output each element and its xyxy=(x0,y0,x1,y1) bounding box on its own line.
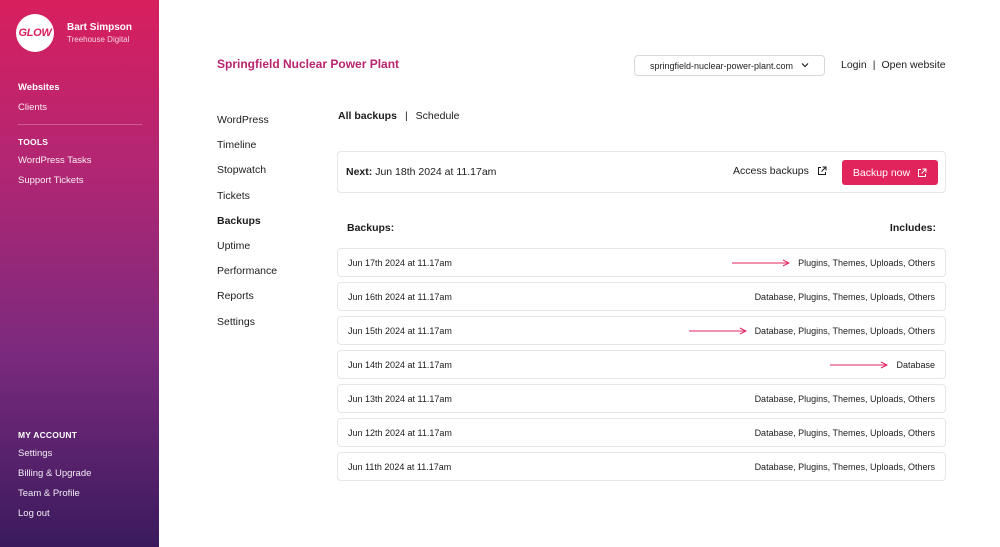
backup-row[interactable]: Jun 17th 2024 at 11.17am Plugins, Themes,… xyxy=(337,248,946,277)
backup-includes: Database, Plugins, Themes, Uploads, Othe… xyxy=(754,291,935,302)
access-backups-label: Access backups xyxy=(733,165,809,177)
backup-date: Jun 17th 2024 at 11.17am xyxy=(348,257,452,268)
next-backup-label: Next: xyxy=(346,166,373,178)
backup-includes-cell: Database, Plugins, Themes, Uploads, Othe… xyxy=(755,394,935,404)
tab-all-backups[interactable]: All backups xyxy=(338,110,397,122)
subnav-timeline[interactable]: Timeline xyxy=(217,133,277,158)
main-nav: Websites Clients TOOLS WordPress Tasks S… xyxy=(18,78,142,191)
domain-select[interactable]: springfield-nuclear-power-plant.com xyxy=(634,55,825,76)
sidebar: GLOW Bart Simpson Treehouse Digital Webs… xyxy=(0,0,159,547)
arrow-right-icon xyxy=(688,327,747,335)
user-info: Bart Simpson Treehouse Digital xyxy=(67,22,132,45)
next-backup-info: Next: Jun 18th 2024 at 11.17am xyxy=(346,166,496,178)
domain-select-value: springfield-nuclear-power-plant.com xyxy=(649,60,794,71)
backup-date: Jun 16th 2024 at 11.17am xyxy=(348,291,452,302)
subnav-uptime[interactable]: Uptime xyxy=(217,234,277,259)
backup-date: Jun 14th 2024 at 11.17am xyxy=(348,359,452,370)
next-backup-card: Next: Jun 18th 2024 at 11.17am Access ba… xyxy=(337,151,946,193)
glow-logo[interactable]: GLOW xyxy=(16,14,54,52)
user-name: Bart Simpson xyxy=(67,21,133,33)
backup-now-button[interactable]: Backup now xyxy=(842,160,938,185)
subnav-tickets[interactable]: Tickets xyxy=(217,184,277,209)
backup-row[interactable]: Jun 14th 2024 at 11.17am Database xyxy=(337,350,946,379)
backup-date: Jun 15th 2024 at 11.17am xyxy=(348,325,452,336)
chevron-down-icon xyxy=(801,61,809,70)
backup-date: Jun 12th 2024 at 11.17am xyxy=(348,427,452,438)
backup-includes: Database, Plugins, Themes, Uploads, Othe… xyxy=(754,393,935,404)
subnav-settings[interactable]: Settings xyxy=(217,310,277,335)
backups-list: Jun 17th 2024 at 11.17am Plugins, Themes,… xyxy=(337,248,946,486)
brand: GLOW Bart Simpson Treehouse Digital xyxy=(16,14,132,52)
account-nav: MY ACCOUNT Settings Billing & Upgrade Te… xyxy=(18,426,142,524)
subnav-backups[interactable]: Backups xyxy=(217,209,277,234)
backups-list-header: Backups: Includes: xyxy=(347,222,936,234)
arrow-right-icon xyxy=(732,259,791,267)
top-links-separator: | xyxy=(872,59,876,71)
backup-includes: Database, Plugins, Themes, Uploads, Othe… xyxy=(754,325,935,336)
sidebar-item-clients[interactable]: Clients xyxy=(18,98,142,118)
sidebar-item-settings[interactable]: Settings xyxy=(18,444,142,464)
access-backups-link[interactable]: Access backups xyxy=(733,165,827,177)
open-website-link[interactable]: Open website xyxy=(881,59,945,71)
sidebar-item-team-profile[interactable]: Team & Profile xyxy=(18,484,142,504)
top-links: Login | Open website xyxy=(841,59,946,71)
external-link-icon xyxy=(817,166,827,176)
sidebar-item-websites[interactable]: Websites xyxy=(18,78,142,98)
site-subnav: WordPress Timeline Stopwatch Tickets Bac… xyxy=(217,108,277,335)
backup-tabs: All backups | Schedule xyxy=(338,110,459,122)
subnav-stopwatch[interactable]: Stopwatch xyxy=(217,158,277,183)
backup-includes: Database xyxy=(896,359,935,370)
subnav-reports[interactable]: Reports xyxy=(217,284,277,309)
backup-includes-cell: Database xyxy=(830,360,935,370)
sidebar-item-billing[interactable]: Billing & Upgrade xyxy=(18,464,142,484)
backup-includes-cell: Database, Plugins, Themes, Uploads, Othe… xyxy=(755,292,935,302)
backup-row[interactable]: Jun 16th 2024 at 11.17am Database, Plugin… xyxy=(337,282,946,311)
user-org: Treehouse Digital xyxy=(67,34,130,44)
backups-header-label: Backups: xyxy=(347,222,395,234)
backup-includes: Plugins, Themes, Uploads, Others xyxy=(798,257,935,268)
backup-row[interactable]: Jun 13th 2024 at 11.17am Database, Plugin… xyxy=(337,384,946,413)
subnav-performance[interactable]: Performance xyxy=(217,259,277,284)
backup-includes: Database, Plugins, Themes, Uploads, Othe… xyxy=(754,461,935,472)
backup-includes-cell: Database, Plugins, Themes, Uploads, Othe… xyxy=(755,462,935,472)
sidebar-item-logout[interactable]: Log out xyxy=(18,504,142,524)
arrow-right-icon xyxy=(830,361,889,369)
page-title: Springfield Nuclear Power Plant xyxy=(217,57,400,71)
backup-row[interactable]: Jun 11th 2024 at 11.17am Database, Plugin… xyxy=(337,452,946,481)
tab-schedule[interactable]: Schedule xyxy=(416,110,460,122)
backup-row[interactable]: Jun 15th 2024 at 11.17am Database, Plugin… xyxy=(337,316,946,345)
sidebar-item-support-tickets[interactable]: Support Tickets xyxy=(18,171,142,191)
backup-includes: Database, Plugins, Themes, Uploads, Othe… xyxy=(754,427,935,438)
tabs-separator: | xyxy=(404,110,408,122)
subnav-wordpress[interactable]: WordPress xyxy=(217,108,277,133)
backup-includes-cell: Database, Plugins, Themes, Uploads, Othe… xyxy=(755,428,935,438)
tools-heading: TOOLS xyxy=(18,137,49,147)
includes-header-label: Includes: xyxy=(889,222,936,234)
next-backup-value: Jun 18th 2024 at 11.17am xyxy=(375,166,497,178)
my-account-heading: MY ACCOUNT xyxy=(18,430,78,440)
backup-includes-cell: Plugins, Themes, Uploads, Others xyxy=(732,258,935,268)
external-link-icon xyxy=(917,168,927,178)
sidebar-divider xyxy=(18,124,142,125)
sidebar-item-wordpress-tasks[interactable]: WordPress Tasks xyxy=(18,151,142,171)
backup-date: Jun 11th 2024 at 11.17am xyxy=(348,461,452,472)
backup-row[interactable]: Jun 12th 2024 at 11.17am Database, Plugin… xyxy=(337,418,946,447)
backup-includes-cell: Database, Plugins, Themes, Uploads, Othe… xyxy=(688,325,935,336)
backup-now-label: Backup now xyxy=(852,166,911,179)
login-link[interactable]: Login xyxy=(841,59,867,71)
backup-date: Jun 13th 2024 at 11.17am xyxy=(348,393,452,404)
